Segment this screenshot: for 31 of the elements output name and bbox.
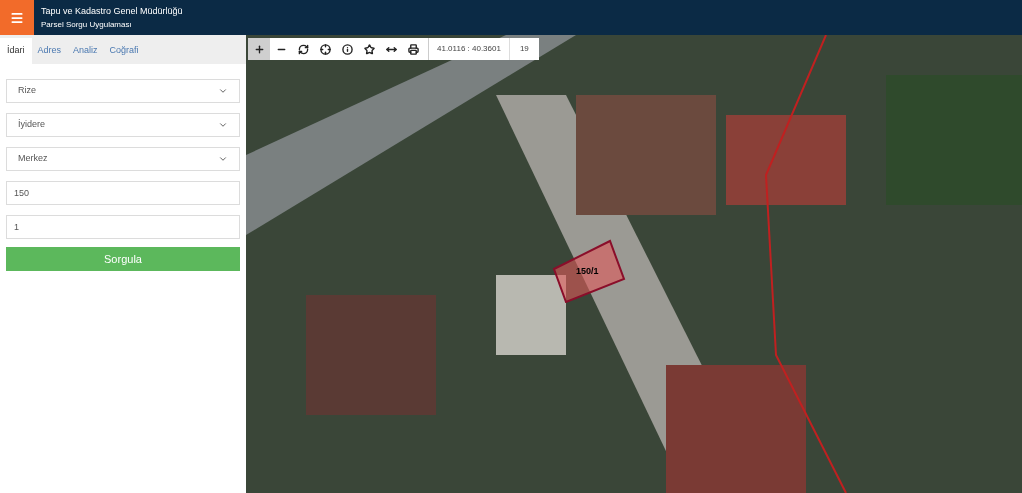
dropdown[interactable]: İyidere	[6, 113, 240, 137]
dropdown[interactable]: Rize	[6, 79, 240, 103]
crosshair-icon	[319, 43, 331, 55]
coordinates-text: 41.0116 : 40.3601	[436, 43, 502, 55]
input-field[interactable]: 150	[6, 181, 240, 205]
menu-button[interactable]	[0, 0, 34, 35]
dropdown[interactable]: Merkez	[6, 147, 240, 171]
chevron-down-icon	[218, 120, 228, 130]
dropdown-value: Merkez	[18, 152, 48, 166]
zoom-level-text: 19	[518, 43, 530, 55]
input-field[interactable]: 1	[6, 215, 240, 239]
printer-icon	[407, 43, 419, 55]
info-icon	[341, 43, 353, 55]
app-title: Tapu ve Kadastro Genel Müdürlüğü	[41, 4, 183, 18]
parcel-outline[interactable]	[552, 239, 626, 303]
chevron-down-icon	[218, 86, 228, 96]
tab[interactable]: Coğrafi	[103, 38, 145, 64]
menu-icon	[10, 10, 24, 25]
parcel-label: 150/1	[576, 265, 599, 278]
tab[interactable]: Adres	[31, 38, 68, 64]
tab[interactable]: İdari	[0, 38, 32, 64]
map-tool-button[interactable]	[248, 38, 270, 60]
zoom-in-icon	[253, 43, 265, 55]
dropdown-value: Rize	[18, 84, 36, 98]
star-icon	[363, 43, 375, 55]
app-subtitle: Parsel Sorgu Uygulaması	[41, 18, 133, 31]
tab[interactable]: Analiz	[67, 38, 104, 64]
chevron-down-icon	[218, 154, 228, 164]
map-view[interactable]: 41.0116 : 40.3601 19 150/1	[246, 35, 1022, 493]
refresh-icon	[297, 43, 309, 55]
dropdown-value: İyidere	[18, 118, 45, 132]
